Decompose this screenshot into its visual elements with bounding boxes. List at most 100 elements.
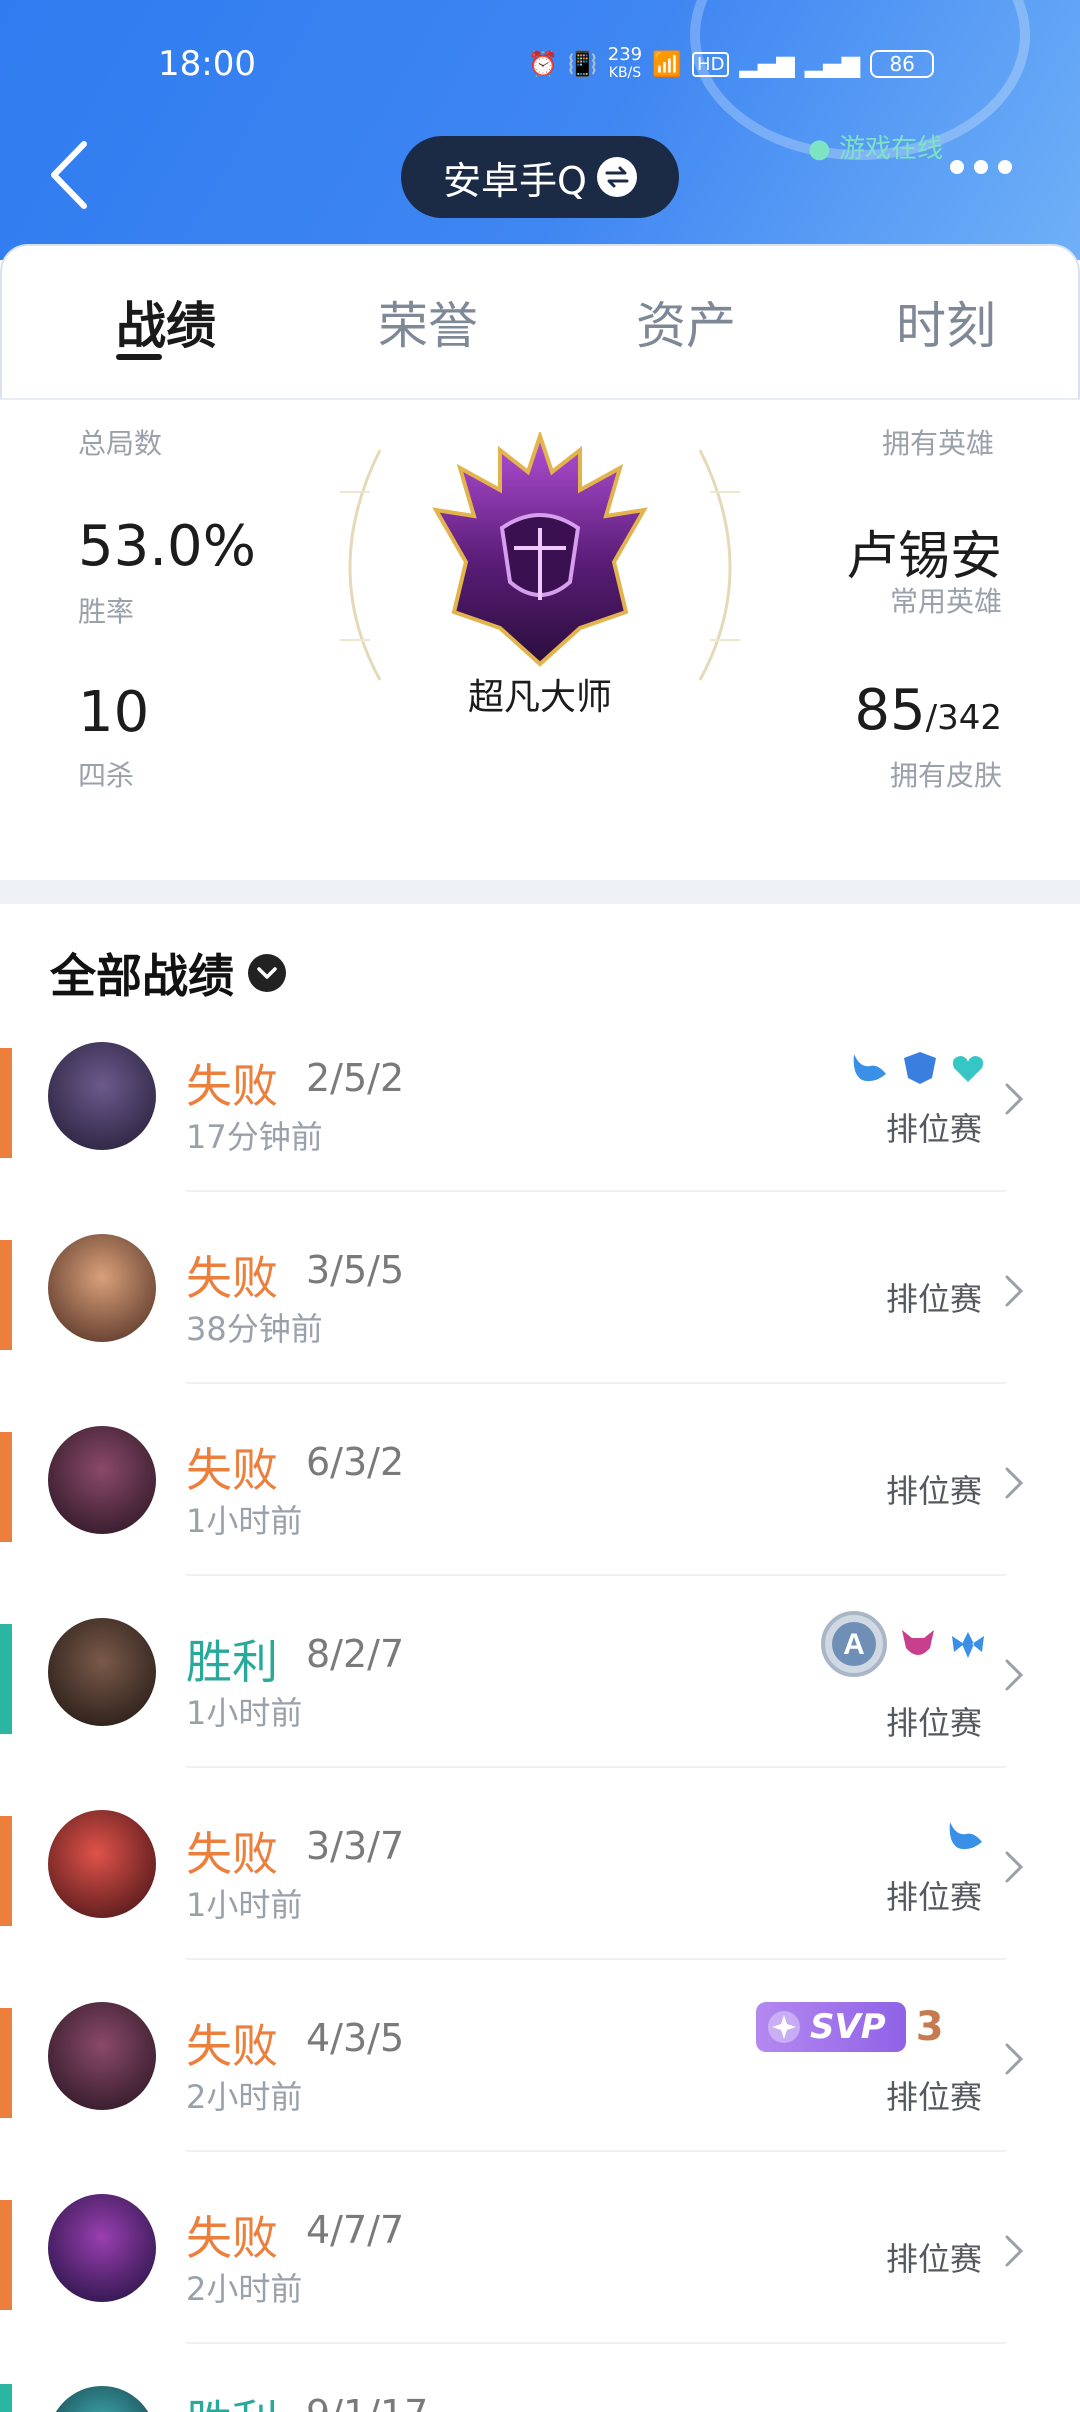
alarm-icon: ⏰ [528,50,558,78]
result-indicator [0,1432,12,1542]
match-result: 失败 [186,1059,278,1113]
account-name: 安卓手Q [443,158,587,203]
match-badges [850,1050,990,1086]
match-kda: 6/3/2 [306,1440,405,1484]
win-rate-value: 53.0% [78,514,256,579]
demon-icon [902,1630,934,1655]
chevron-right-icon [1005,1851,1024,1883]
heart-icon [952,1056,984,1082]
tab-assets[interactable]: 资产 [636,286,736,358]
chevron-right-icon [1005,1083,1024,1115]
match-time: 1小时前 [186,1502,303,1540]
hero-avatar [48,1042,156,1150]
skins-value: 85 /342 [854,678,1002,743]
match-time: 17分钟前 [186,1118,323,1156]
match-row[interactable]: 失败 3/5/5 38分钟前 排位赛 [0,1192,1080,1384]
match-kda: 2/5/2 [306,1056,405,1100]
quadra-kills-label: 四杀 [78,759,135,792]
chevron-right-icon [1005,2043,1024,2075]
grade-a-badge: A [821,1611,887,1677]
chevron-right-icon [1005,1659,1024,1691]
match-kda: 8/2/7 [306,1632,405,1676]
match-mode: 排位赛 [886,1110,983,1148]
vibrate-icon: 📳 [567,50,598,78]
match-badges [946,1818,986,1854]
master-rank-emblem-icon [432,432,648,667]
hero-avatar [48,1234,156,1342]
chevron-right-icon [1005,1467,1024,1499]
tab-honor[interactable]: 荣誉 [378,286,478,358]
back-icon[interactable] [48,140,92,210]
match-kda: 4/3/5 [306,2016,405,2060]
section-divider [0,880,1080,904]
match-result: 失败 [186,2211,278,2265]
hero-avatar [48,1618,156,1726]
match-row[interactable]: 失败 4/7/7 2小时前 排位赛 [0,2152,1080,2344]
match-badges: SVP 3 [756,2002,944,2052]
match-result: 胜利 [186,1635,278,1689]
match-row[interactable]: 失败 6/3/2 1小时前 排位赛 [0,1384,1080,1576]
online-status: ● 游戏在线 [808,134,943,164]
list-title: 全部战绩 [50,949,234,1003]
result-indicator [0,1816,12,1926]
tab-bar: 战绩 荣誉 资产 时刻 [0,244,1080,400]
triple-icon [952,1632,984,1658]
status-icons: ⏰ 📳 239 KB/S 📶 HD ▂▄▆ ▂▄▆ 86 [528,46,935,82]
signal-icon: ▂▄▆ [739,50,795,78]
match-row[interactable]: 失败 2/5/2 17分钟前 排位赛 [0,1000,1080,1192]
match-time: 1小时前 [186,1694,303,1732]
match-kda: 3/3/7 [306,1824,405,1868]
result-indicator [0,2008,12,2118]
match-kda: 9/1/17 [306,2392,428,2412]
shield-icon [904,1052,936,1084]
tab-record[interactable]: 战绩 [116,286,216,358]
swap-icon [596,157,637,197]
match-mode: 排位赛 [886,1472,983,1510]
hero-avatar [48,2194,156,2302]
account-switch-button[interactable]: 安卓手Q [401,136,679,218]
match-mode: 排位赛 [886,1704,983,1742]
match-filter-dropdown[interactable]: 全部战绩 [50,940,286,1006]
match-result: 失败 [186,2019,278,2073]
signal-icon-2: ▂▄▆ [804,50,861,78]
app-header: 18:00 ⏰ 📳 239 KB/S 📶 HD ▂▄▆ ▂▄▆ 86 安卓手Q … [0,0,1080,260]
hero-avatar [48,1426,156,1534]
chevron-down-icon [248,954,286,992]
hero-avatar [48,2386,156,2412]
svp-rank: 3 [915,2004,944,2050]
total-games-label: 总局数 [78,427,163,460]
match-mode: 排位赛 [886,2240,983,2278]
result-indicator [0,1624,12,1734]
match-time: 2小时前 [186,2078,303,2116]
chevron-right-icon [1005,2235,1024,2267]
match-mode: 排位赛 [886,1280,983,1318]
dragon-icon [949,1822,982,1850]
dragon-icon [853,1054,886,1082]
match-kda: 4/7/7 [306,2208,405,2252]
match-row[interactable]: 失败 4/3/5 2小时前 SVP 3 排位赛 [0,1960,1080,2152]
result-indicator [0,2200,12,2310]
more-options-icon[interactable] [950,160,1012,174]
win-rate-label: 胜率 [78,595,135,628]
svp-badge: SVP [756,2002,906,2052]
common-hero-label: 常用英雄 [889,585,1002,618]
hero-avatar [48,1810,156,1918]
match-result: 胜利 [186,2386,278,2412]
common-hero-value: 卢锡安 [845,527,1002,587]
match-badges: A [820,1610,988,1678]
result-indicator [0,1240,12,1350]
status-time: 18:00 [158,44,256,84]
hd-icon: HD [692,51,730,77]
svp-star-icon [768,2011,800,2043]
hero-avatar [48,2002,156,2110]
tab-moments[interactable]: 时刻 [896,286,996,358]
match-result: 失败 [186,1443,278,1497]
rank-name: 超凡大师 [467,677,612,718]
svg-text:A: A [843,1628,865,1661]
match-row[interactable]: 胜利 9/1/17 [0,2344,1080,2412]
match-mode: 排位赛 [886,2078,983,2116]
match-row[interactable]: 胜利 8/2/7 1小时前 A 排位赛 [0,1576,1080,1768]
match-row[interactable]: 失败 3/3/7 1小时前 排位赛 [0,1768,1080,1960]
match-kda: 3/5/5 [306,1248,405,1292]
quadra-kills-value: 10 [78,680,150,745]
